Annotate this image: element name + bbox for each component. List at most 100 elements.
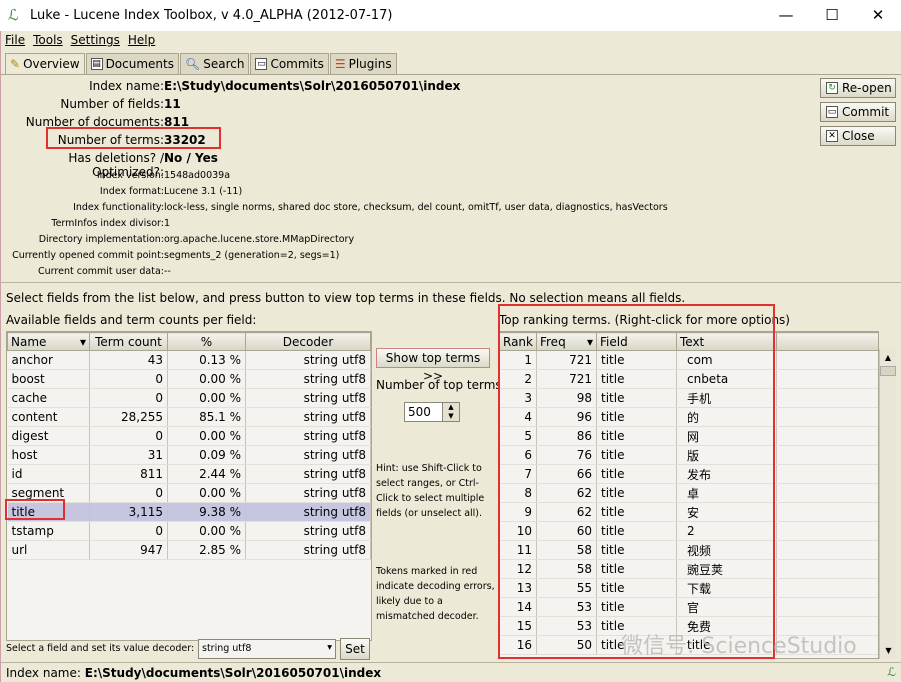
column-decoder[interactable]: Decoder [245,332,371,351]
status-value: E:\Study\documents\Solr\2016050701\index [84,666,382,680]
app-logo-icon: ℒ [887,665,896,679]
title-bar: ℒ Luke - Lucene Index Toolbox, v 4.0_ALP… [0,0,901,31]
plugins-icon: ☰ [334,57,346,71]
menu-bar: File Tools Settings Help [5,33,155,47]
column-term-count[interactable]: Term count [89,332,168,351]
table-cell: string utf8 [245,483,371,503]
highlight-box [5,499,65,520]
table-cell: 0.00 % [167,369,246,389]
show-top-terms-button[interactable]: Show top terms >> [376,348,490,383]
label: Number of fields: [60,97,164,111]
table-row[interactable]: content 28,255 85.1 % string utf8 [7,407,371,427]
table-row[interactable]: id 811 2.44 % string utf8 [7,464,371,484]
scroll-down-icon[interactable]: ▼ [880,642,897,659]
vertical-scrollbar[interactable]: ▲ ▼ [879,349,896,659]
fields-caption: Available fields and term counts per fie… [6,313,257,327]
table-cell: 43 [89,350,168,370]
scroll-thumb[interactable] [880,366,896,376]
menu-file[interactable]: File [5,33,25,47]
value: 1 [164,218,171,229]
label: Commit [842,105,890,119]
minimize-button[interactable]: — [763,0,809,31]
table-cell: string utf8 [245,350,371,370]
instructions-text: Select fields from the list below, and p… [6,291,686,305]
column-name[interactable]: Name ▾ [7,332,90,351]
label: TermInfos index divisor: [51,218,164,229]
column-filler [775,332,878,351]
menu-help[interactable]: Help [128,33,155,47]
menu-settings[interactable]: Settings [71,33,120,47]
table-cell [776,502,878,522]
fields-count-row: Number of fields: 11 [1,97,180,111]
chevron-down-icon: ▾ [327,642,332,653]
table-cell [776,597,878,617]
value: string utf8 [202,643,252,654]
tab-label: Documents [105,57,174,71]
tab-search[interactable]: 🔍︎ Search [179,53,250,74]
label: Directory implementation: [38,234,164,245]
reopen-button[interactable]: ↻ Re-open [820,78,896,98]
value: segments_2 (generation=2, segs=1) [164,250,340,261]
menu-tools[interactable]: Tools [33,33,63,47]
table-cell: 0 [89,369,168,389]
status-label: Index name: [6,666,81,680]
scroll-up-icon[interactable]: ▲ [880,349,896,366]
tab-commits[interactable]: ▭ Commits [250,53,329,74]
floppy-icon: ▭ [826,106,838,118]
table-cell: 947 [89,540,168,560]
table-cell: 9.38 % [167,502,246,522]
user-data-row: Current commit user data: -- [1,266,171,277]
header-label: Name [11,334,47,349]
maximize-button[interactable]: ☐ [809,0,855,31]
number-top-terms-spinner[interactable]: 500 ▲ ▼ [404,402,460,422]
table-cell: 2.85 % [167,540,246,560]
table-cell [776,464,878,484]
table-row[interactable]: host 31 0.09 % string utf8 [7,445,371,465]
window-title: Luke - Lucene Index Toolbox, v 4.0_ALPHA… [30,8,393,23]
spinner-arrows-icon[interactable]: ▲ ▼ [442,403,459,421]
close-window-button[interactable]: ✕ [855,0,901,31]
table-cell [776,559,878,579]
table-cell [776,369,878,389]
label: Close [842,129,875,143]
main-window: File Tools Settings Help ✎ Overview ▤ Docu… [0,31,901,682]
tab-overview[interactable]: ✎ Overview [5,53,85,74]
floppy-icon: ▭ [255,58,268,70]
table-cell: 0 [89,483,168,503]
divider [1,74,901,75]
tab-documents[interactable]: ▤ Documents [85,53,179,74]
fields-table: Name ▾ Term count % Decoder anchor 43 0.13… [6,331,372,641]
table-cell: 0.00 % [167,521,246,541]
commit-button[interactable]: ▭ Commit [820,102,896,122]
sort-desc-icon: ▾ [79,334,86,349]
column-percent[interactable]: % [167,332,246,351]
close-button[interactable]: ✕ Close [820,126,896,146]
tab-plugins[interactable]: ☰ Plugins [329,53,397,74]
table-row[interactable]: url 947 2.85 % string utf8 [7,540,371,560]
table-row[interactable]: tstamp 0 0.00 % string utf8 [7,521,371,541]
directory-row: Directory implementation: org.apache.luce… [1,234,354,245]
table-cell: host [7,445,90,465]
table-cell: 0.13 % [167,350,246,370]
table-cell: 3,115 [89,502,168,522]
table-cell [776,388,878,408]
table-row[interactable]: anchor 43 0.13 % string utf8 [7,350,371,370]
decoder-select[interactable]: string utf8 ▾ [198,639,336,659]
table-cell: 811 [89,464,168,484]
table-row[interactable]: boost 0 0.00 % string utf8 [7,369,371,389]
watermark: 微信号: ScienceStudio [621,634,857,659]
documents-icon: ▤ [90,58,103,70]
table-cell: url [7,540,90,560]
value: Lucene 3.1 (-11) [164,186,243,197]
app-logo-icon: ℒ [8,6,19,24]
table-cell [776,445,878,465]
table-row[interactable]: cache 0 0.00 % string utf8 [7,388,371,408]
number-top-terms-label: Number of top terms: [376,378,506,392]
tab-label: Plugins [348,57,392,71]
tab-bar: ✎ Overview ▤ Documents 🔍︎ Search ▭ Commits ☰… [5,53,398,74]
set-button[interactable]: Set [340,638,370,660]
table-row[interactable]: digest 0 0.00 % string utf8 [7,426,371,446]
table-cell: tstamp [7,521,90,541]
highlight-box [46,127,221,149]
table-cell: 0 [89,388,168,408]
